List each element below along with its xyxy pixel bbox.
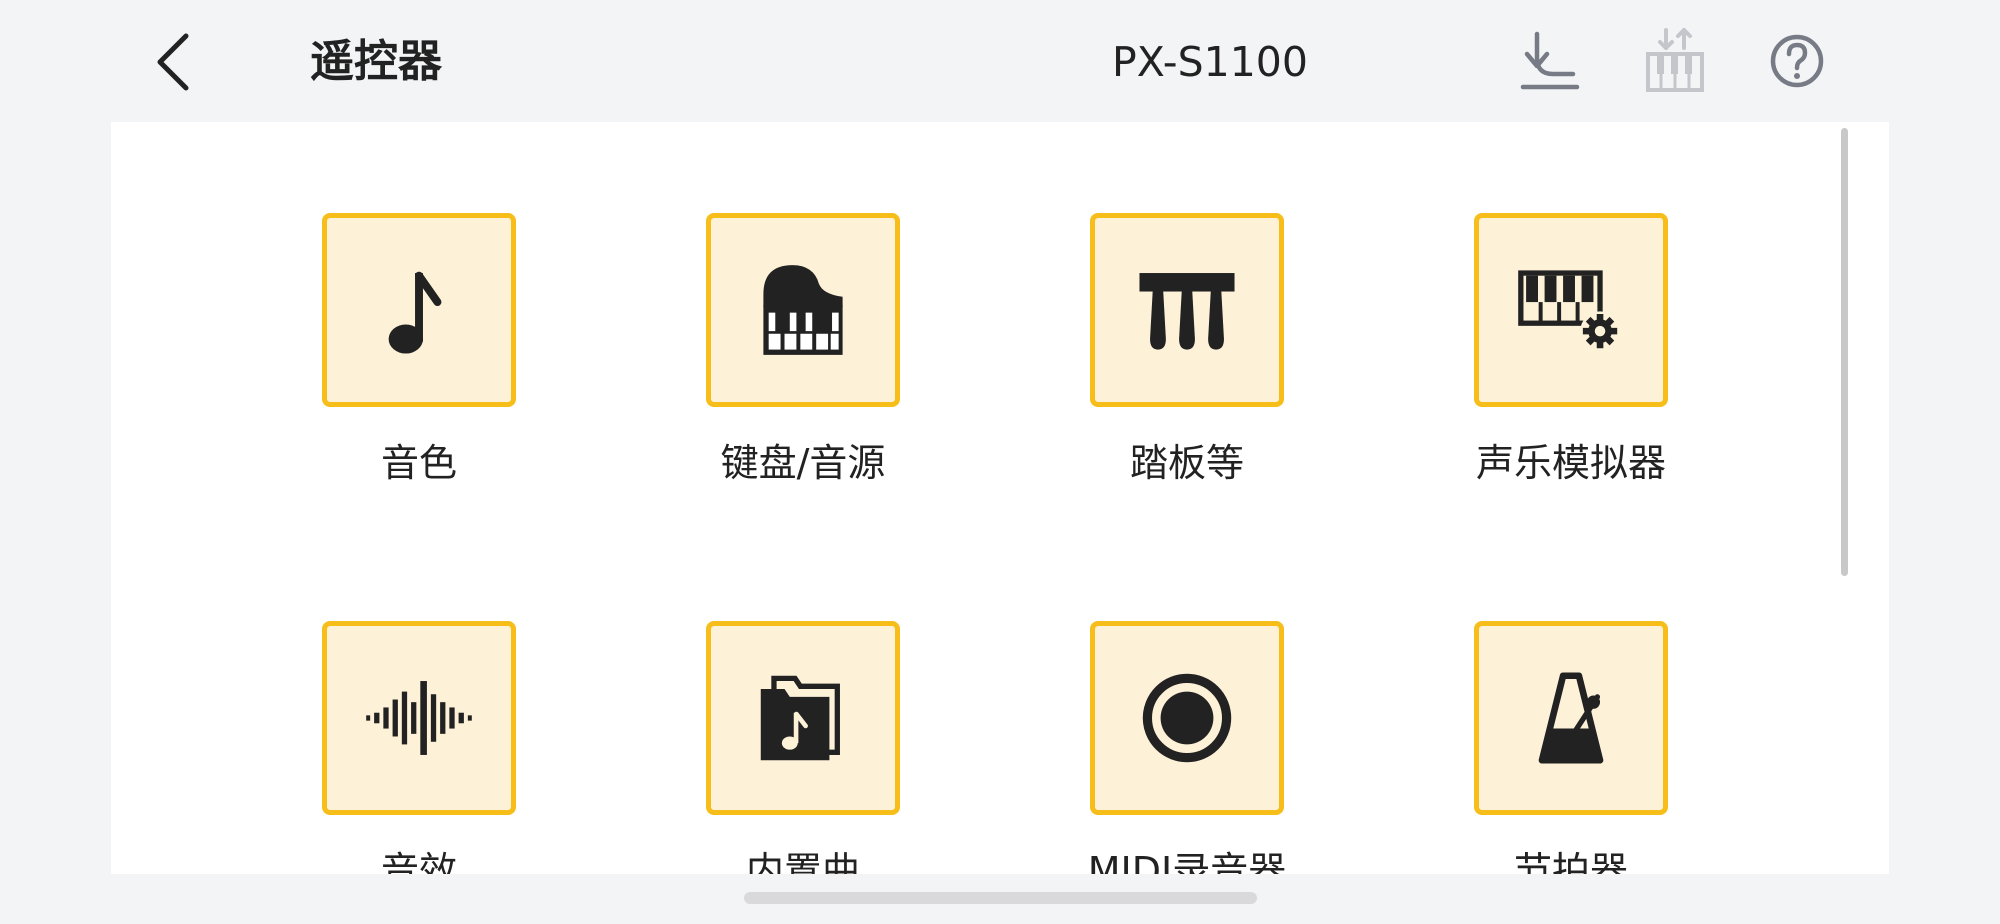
home-indicator[interactable] [744,892,1257,904]
tile-icon-box [1474,213,1668,407]
chevron-left-icon [157,33,189,91]
back-button[interactable] [138,22,208,102]
grand-piano-icon [763,265,843,355]
record-icon [1142,673,1232,763]
help-icon [1770,34,1824,88]
tile-acoustic-simulator[interactable]: 声乐模拟器 [1471,213,1671,489]
help-button[interactable] [1760,24,1834,98]
tile-icon-box [322,621,516,815]
pedals-icon [1139,273,1235,350]
download-icon [1520,31,1580,90]
tile-icon-box [1474,621,1668,815]
tile-label: 踏板等 [1129,441,1244,485]
tile-effects[interactable]: 音效 [319,621,519,874]
tile-icon-box [1090,213,1284,407]
tile-label: 节拍器 [1513,849,1628,874]
tile-label: 音色 [380,441,457,485]
top-bar: 遥控器 PX-S1100 [0,0,2000,122]
tile-label: 键盘/音源 [720,441,886,485]
tile-icon-box [706,621,900,815]
tile-keyboard-sound-source[interactable]: 键盘/音源 [703,213,903,489]
download-button[interactable] [1515,24,1589,98]
tile-tone[interactable]: 音色 [319,213,519,489]
keyboard-transfer-icon [1646,28,1704,92]
music-folder-icon [760,675,840,761]
metronome-icon [1538,672,1604,764]
scrollbar-thumb[interactable] [1841,128,1848,576]
tile-icon-box [706,213,900,407]
keyboard-settings-icon [1518,270,1620,351]
device-name: PX-S1100 [1112,38,1308,86]
tile-label: 音效 [380,849,457,874]
tile-icon-box [322,213,516,407]
tile-icon-box [1090,621,1284,815]
tile-built-in-songs[interactable]: 内置曲 [703,621,903,874]
tile-label: 内置曲 [745,849,860,874]
tile-label: 声乐模拟器 [1475,441,1666,485]
waveform-icon [366,681,472,755]
keyboard-transfer-button[interactable] [1638,24,1712,98]
tile-pedals[interactable]: 踏板等 [1087,213,1287,489]
remote-menu-panel[interactable]: 音色 键盘/音源 踏板等 声乐模拟器 音效 内置曲 MIDI录音器 节拍器 [111,122,1889,874]
tile-midi-recorder[interactable]: MIDI录音器 [1087,621,1287,874]
page-title: 遥控器 [310,36,442,87]
tile-label: MIDI录音器 [1087,849,1287,874]
tile-metronome[interactable]: 节拍器 [1471,621,1671,874]
music-note-icon [388,271,442,354]
